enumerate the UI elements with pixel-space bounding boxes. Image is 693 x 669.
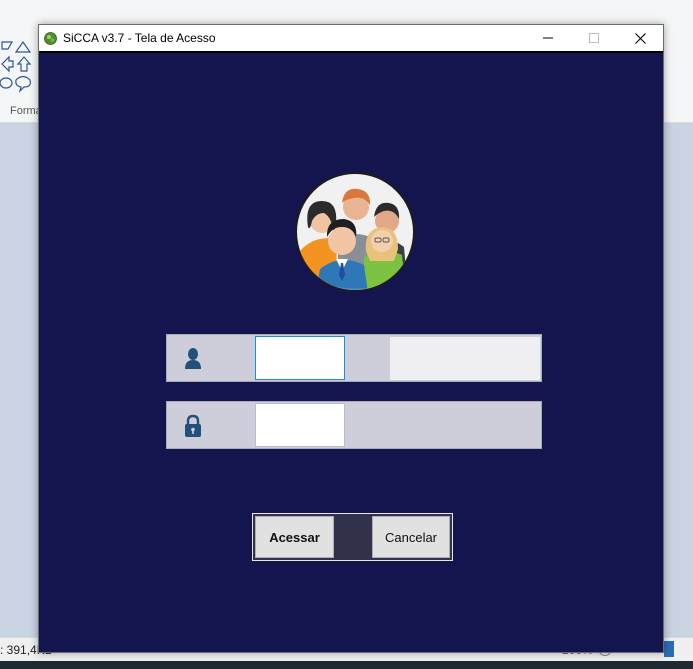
maximize-icon (589, 33, 599, 43)
username-row (166, 334, 542, 382)
maximize-button[interactable] (571, 25, 617, 51)
minimize-icon (543, 37, 553, 39)
password-input[interactable] (255, 403, 345, 447)
title-bar[interactable]: SiCCA v3.7 - Tela de Acesso (39, 25, 663, 53)
shapes-gallery-icon (0, 40, 32, 93)
taskbar (0, 661, 693, 669)
username-extra-field (390, 337, 540, 380)
app-logo-icon (44, 31, 57, 45)
window-controls (525, 25, 663, 51)
window-title: SiCCA v3.7 - Tela de Acesso (63, 31, 216, 45)
close-button[interactable] (617, 25, 663, 51)
lock-icon (185, 414, 201, 437)
cancelar-button[interactable]: Cancelar (372, 516, 450, 558)
login-window: SiCCA v3.7 - Tela de Acesso Acessar Canc… (38, 24, 664, 653)
user-icon (185, 348, 201, 369)
password-row (166, 401, 542, 449)
close-icon (634, 32, 646, 44)
zoom-slider-thumb[interactable] (664, 641, 674, 657)
username-input[interactable] (255, 336, 345, 380)
ribbon-format-label: Forma (10, 105, 42, 117)
button-group: Acessar Cancelar (252, 513, 453, 561)
minimize-button[interactable] (525, 25, 571, 51)
users-group-icon (295, 172, 415, 292)
acessar-button[interactable]: Acessar (255, 516, 334, 558)
